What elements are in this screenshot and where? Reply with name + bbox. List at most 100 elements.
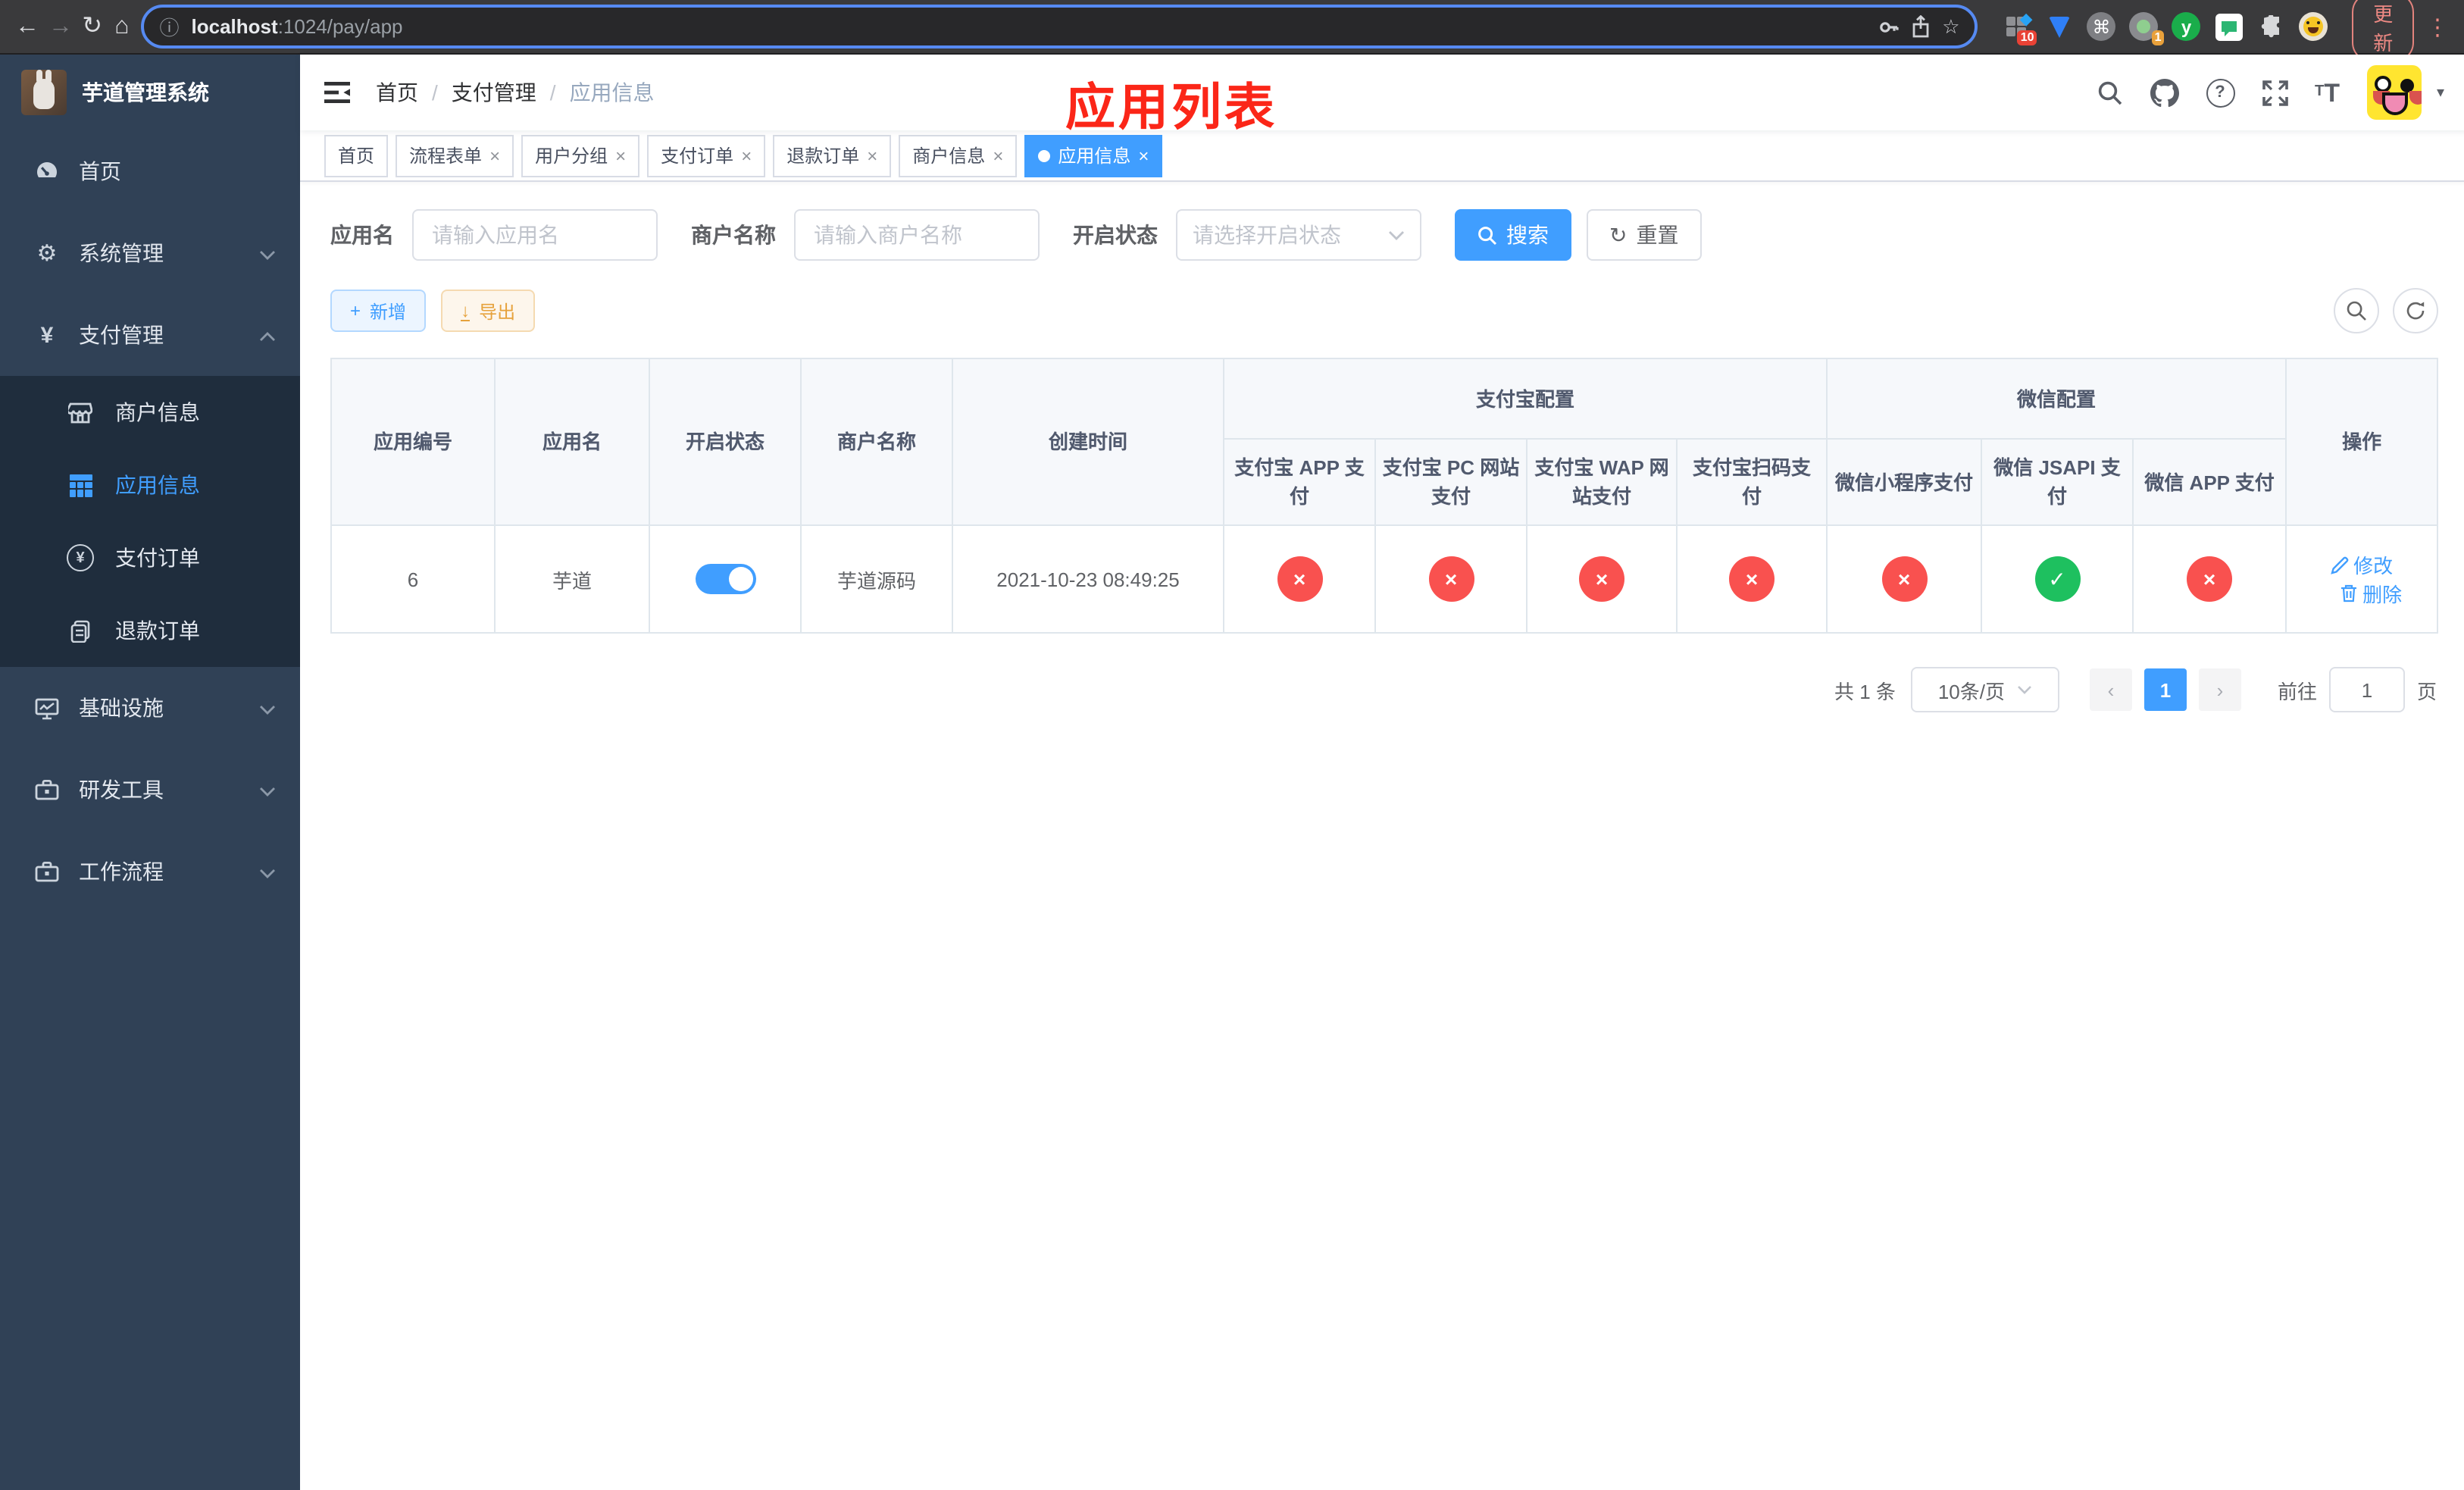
tab-app-info[interactable]: 应用信息 × (1024, 134, 1163, 177)
goto-page-input[interactable] (2328, 667, 2405, 712)
tab-process-form[interactable]: 流程表单 × (396, 134, 514, 177)
sidebar-item-label: 退款订单 (115, 618, 200, 643)
wx-mini-status[interactable]: × (1881, 556, 1928, 602)
search-icon[interactable] (2097, 80, 2122, 105)
logo-image (21, 70, 67, 115)
url-path: :1024/pay/app (277, 15, 403, 38)
page-size-select[interactable]: 10条/页 (1910, 667, 2059, 712)
url-text[interactable]: localhost:1024/pay/app (192, 15, 1865, 38)
sidebar-item-label: 支付订单 (115, 546, 200, 570)
yuan-icon: ¥ (40, 322, 54, 348)
sidebar-item-label: 支付管理 (79, 323, 164, 347)
sidebar-logo[interactable]: 芋道管理系统 (0, 55, 300, 130)
add-button[interactable]: + 新增 (330, 290, 427, 332)
browser-menu-icon[interactable]: ⋮ (2426, 13, 2449, 40)
bookmark-star-icon[interactable]: ☆ (1942, 14, 1959, 39)
show-search-button[interactable] (2334, 288, 2380, 333)
alipay-app-status[interactable]: × (1277, 556, 1322, 602)
sidebar-item-home[interactable]: 首页 (0, 130, 300, 212)
tab-pay-orders[interactable]: 支付订单 × (647, 134, 766, 177)
ext-recorder-icon[interactable]: 1 (2129, 12, 2165, 45)
help-icon[interactable]: ? (2206, 78, 2235, 107)
ext-green-y-icon[interactable]: y (2172, 12, 2201, 41)
search-icon (2347, 301, 2367, 321)
github-icon[interactable] (2150, 78, 2179, 107)
browser-home-icon[interactable]: ⌂ (111, 14, 132, 39)
browser-update-button[interactable]: 更新 (2352, 0, 2415, 61)
sidebar-item-infrastructure[interactable]: 基础设施 (0, 667, 300, 749)
merchant-name-input[interactable] (794, 209, 1040, 261)
browser-reload-icon[interactable]: ↻ (82, 14, 102, 39)
tab-close-icon[interactable]: × (489, 145, 500, 166)
tab-close-icon[interactable]: × (615, 145, 626, 166)
export-button[interactable]: ↓ 导出 (441, 290, 536, 332)
avatar-caret-icon[interactable]: ▾ (2437, 84, 2444, 101)
status-select[interactable]: 请选择开启状态 (1176, 209, 1421, 261)
password-key-icon[interactable] (1877, 16, 1898, 37)
sidebar: 芋道管理系统 首页 ⚙ 系统管理 ¥ 支付管理 商户信息 应用信息 ¥ 支付订单… (0, 55, 300, 1490)
sidebar-item-label: 系统管理 (79, 241, 164, 265)
tab-close-icon[interactable]: × (993, 145, 1003, 166)
tab-label: 用户分组 (535, 146, 608, 167)
sidebar-item-payment[interactable]: ¥ 支付管理 (0, 294, 300, 376)
tab-label: 支付订单 (661, 146, 734, 167)
sidebar-item-pay-orders[interactable]: ¥ 支付订单 (0, 521, 300, 594)
sidebar-collapse-icon[interactable] (324, 80, 352, 105)
status-toggle[interactable] (695, 564, 755, 594)
alipay-qr-status[interactable]: × (1729, 556, 1775, 602)
tab-close-icon[interactable]: × (1138, 145, 1149, 166)
breadcrumb-payment[interactable]: 支付管理 (452, 77, 536, 108)
ext-command-icon[interactable]: ⌘ (2087, 12, 2116, 41)
tab-close-icon[interactable]: × (741, 145, 752, 166)
wx-app-status[interactable]: × (2187, 556, 2233, 602)
sidebar-item-label: 商户信息 (115, 400, 200, 424)
pagination: 共 1 条 10条/页 ‹ 1 › 前往 页 (330, 667, 2437, 712)
search-button[interactable]: 搜索 (1455, 209, 1571, 261)
alipay-pc-status[interactable]: × (1428, 556, 1474, 602)
font-size-icon[interactable]: TT (2315, 80, 2340, 105)
tab-user-group[interactable]: 用户分组 × (521, 134, 640, 177)
browser-forward-icon[interactable]: → (48, 14, 73, 39)
reset-button[interactable]: ↻ 重置 (1587, 209, 1702, 261)
col-header-created: 创建时间 (952, 358, 1224, 526)
edit-link[interactable]: 修改 (2331, 550, 2393, 579)
address-bar[interactable]: ⓘ localhost:1024/pay/app ☆ (141, 5, 1978, 49)
col-header-merchant: 商户名称 (800, 358, 953, 526)
sidebar-item-dev-tools[interactable]: 研发工具 (0, 749, 300, 831)
sidebar-item-merchant-info[interactable]: 商户信息 (0, 376, 300, 449)
browser-toolbar: ← → ↻ ⌂ ⓘ localhost:1024/pay/app ☆ ◆ 10 … (0, 0, 2464, 61)
sidebar-item-system[interactable]: ⚙ 系统管理 (0, 212, 300, 294)
ext-chat-icon[interactable] (2215, 12, 2244, 41)
page-1-button[interactable]: 1 (2143, 668, 2187, 711)
next-page-button[interactable]: › (2198, 668, 2241, 711)
wx-jsapi-status[interactable]: ✓ (2034, 556, 2081, 602)
cell-app-id: 6 (330, 524, 496, 634)
profile-avatar-icon[interactable] (2299, 12, 2328, 41)
edit-link-label: 修改 (2353, 555, 2394, 578)
ext-gem-icon[interactable] (2045, 12, 2074, 41)
tab-refund-orders[interactable]: 退款订单 × (773, 134, 892, 177)
site-info-icon[interactable]: ⓘ (160, 12, 180, 41)
ext-grid-diamond-icon[interactable]: ◆ 10 (2003, 11, 2037, 45)
alipay-wap-status[interactable]: × (1579, 556, 1624, 602)
share-icon[interactable] (1910, 15, 1930, 38)
tab-merchant-info[interactable]: 商户信息 × (899, 134, 1018, 177)
prev-page-button[interactable]: ‹ (2089, 668, 2132, 711)
page-size-value: 10条/页 (1937, 680, 2005, 703)
fullscreen-icon[interactable] (2262, 80, 2287, 105)
refresh-button[interactable] (2393, 288, 2439, 333)
reset-button-label: 重置 (1636, 223, 1679, 247)
tab-close-icon[interactable]: × (867, 145, 877, 166)
delete-link[interactable]: 删除 (2340, 579, 2402, 608)
sidebar-item-app-info[interactable]: 应用信息 (0, 449, 300, 521)
breadcrumb-home[interactable]: 首页 (376, 77, 418, 108)
sidebar-item-refund-orders[interactable]: 退款订单 (0, 594, 300, 667)
browser-back-icon[interactable]: ← (15, 14, 39, 39)
sidebar-item-workflow[interactable]: 工作流程 (0, 831, 300, 912)
user-avatar[interactable] (2367, 65, 2422, 120)
app-name-input[interactable] (412, 209, 658, 261)
chevron-down-icon (259, 696, 276, 720)
extensions-puzzle-icon[interactable] (2257, 12, 2286, 41)
tab-home[interactable]: 首页 (324, 134, 389, 177)
yuan-circle-icon: ¥ (67, 544, 94, 571)
